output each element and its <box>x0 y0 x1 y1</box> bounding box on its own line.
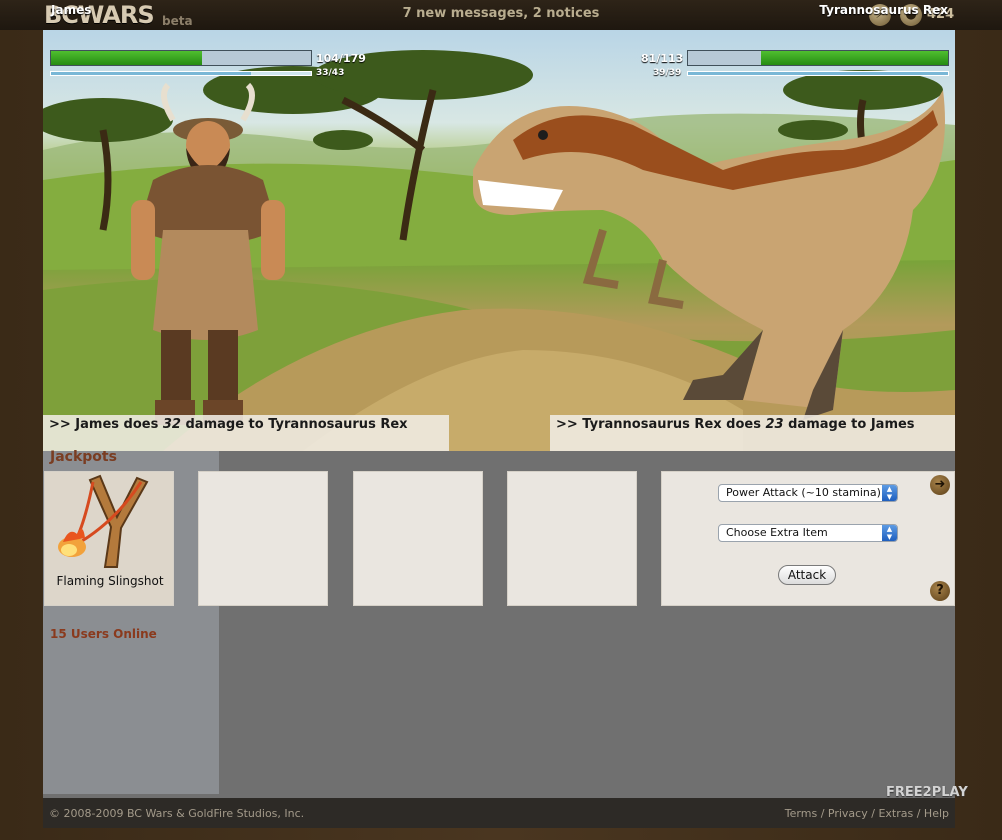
battle-scene-art <box>43 50 955 451</box>
copyright: © 2008-2009 BC Wars & GoldFire Studios, … <box>49 807 305 820</box>
jackpot-slot-empty[interactable] <box>353 471 483 606</box>
footer-link-privacy[interactable]: Privacy <box>828 807 868 820</box>
slingshot-icon <box>58 474 149 568</box>
player-stamina-text: 33/43 <box>316 68 345 78</box>
player-name: James <box>51 3 92 17</box>
attack-button[interactable]: Attack <box>778 565 836 585</box>
attack-type-value: Power Attack (~10 stamina) <box>726 486 881 499</box>
footer-link-extras[interactable]: Extras <box>878 807 913 820</box>
help-icon[interactable]: ? <box>930 581 950 601</box>
jackpot-item-label: Flaming Slingshot <box>56 574 164 588</box>
enemy-health-fill <box>760 51 948 65</box>
footer: © 2008-2009 BC Wars & GoldFire Studios, … <box>43 798 955 828</box>
jackpots-title: Jackpots <box>50 449 117 465</box>
enemy-name: Tyrannosaurus Rex <box>819 3 948 17</box>
jackpot-slot-empty[interactable] <box>198 471 328 606</box>
jackpot-slot-empty[interactable] <box>507 471 637 606</box>
log-right-damage: 23 <box>765 417 784 432</box>
extra-item-value: Choose Extra Item <box>726 526 828 539</box>
player-health-bar <box>50 50 312 66</box>
users-online[interactable]: 15 Users Online <box>50 627 157 641</box>
player-combat-log: >> James does 32 damage to Tyrannosaurus… <box>43 415 449 451</box>
player-stamina-fill <box>51 72 252 75</box>
select-arrows-icon: ▲ ▼ <box>882 485 897 501</box>
enemy-health-text: 81/113 <box>641 52 684 65</box>
attack-type-select[interactable]: Power Attack (~10 stamina) ▲ ▼ <box>718 484 898 502</box>
log-right-suffix: damage to James <box>783 417 915 432</box>
watermark: FREE2PLAY <box>886 785 968 800</box>
footer-link-terms[interactable]: Terms <box>785 807 817 820</box>
log-left-suffix: damage to Tyrannosaurus Rex <box>180 417 408 432</box>
enemy-stamina-fill <box>688 72 948 75</box>
log-left-damage: 32 <box>162 417 181 432</box>
action-panel: Power Attack (~10 stamina) ▲ ▼ Choose Ext… <box>661 471 955 606</box>
footer-links: Terms / Privacy / Extras / Help <box>785 807 949 820</box>
battle-scene <box>43 30 955 451</box>
arrow-right-icon[interactable]: ➜ <box>930 475 950 495</box>
enemy-health-bar <box>687 50 949 66</box>
log-left-prefix: >> James does <box>49 417 163 432</box>
footer-separator: / <box>867 807 879 820</box>
select-arrows-icon: ▲ ▼ <box>882 525 897 541</box>
footer-separator: / <box>817 807 828 820</box>
player-health-text: 104/179 <box>316 52 366 65</box>
extra-item-select[interactable]: Choose Extra Item ▲ ▼ <box>718 524 898 542</box>
footer-separator: / <box>913 807 924 820</box>
player-health-fill <box>51 51 202 65</box>
player-stamina-bar <box>50 71 312 76</box>
log-right-prefix: >> Tyrannosaurus Rex does <box>556 417 766 432</box>
jackpot-slot-flaming-slingshot[interactable]: Flaming Slingshot <box>44 471 174 606</box>
enemy-stamina-text: 39/39 <box>653 68 682 78</box>
footer-link-help[interactable]: Help <box>924 807 949 820</box>
enemy-stamina-bar <box>687 71 949 76</box>
enemy-combat-log: >> Tyrannosaurus Rex does 23 damage to J… <box>550 415 955 451</box>
